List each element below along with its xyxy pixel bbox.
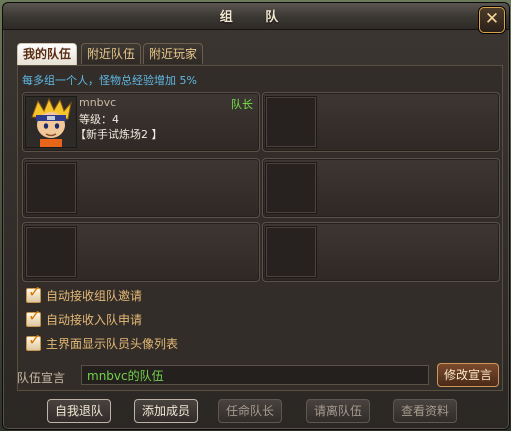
add-member-button[interactable]: 添加成员: [134, 399, 198, 423]
member-slot[interactable]: mnbvc 等级：4 【新手试炼场2 】 队长: [22, 92, 260, 152]
member-role-badge: 队长: [231, 98, 253, 111]
empty-avatar: [265, 162, 317, 214]
checkbox-label: 自动接收入队申请: [46, 312, 143, 327]
empty-member-slot[interactable]: [22, 158, 260, 218]
checkbox-row[interactable]: ✓ 自动接收入队申请: [26, 307, 143, 327]
team-window: 组 队 ✕ 我的队伍 附近队伍 附近玩家 每多组一个人，怪物总经验增加 5% m…: [2, 2, 510, 430]
checkbox-label: 主界面显示队员头像列表: [46, 336, 179, 351]
empty-member-slot[interactable]: [262, 92, 500, 152]
tab-nearby-players[interactable]: 附近玩家: [143, 43, 204, 64]
empty-avatar: [265, 96, 317, 148]
member-location: 【新手试炼场2 】: [75, 128, 163, 141]
empty-member-slot[interactable]: [22, 222, 260, 282]
checkbox[interactable]: ✓: [26, 331, 41, 351]
view-profile-button[interactable]: 查看资料: [393, 399, 457, 423]
team-motto-input[interactable]: mnbvc的队伍: [81, 365, 429, 385]
kick-member-button[interactable]: 请离队伍: [306, 399, 370, 423]
tab-my-team[interactable]: 我的队伍: [17, 43, 78, 65]
checkbox-row[interactable]: ✓ 自动接收组队邀请: [26, 283, 143, 303]
exp-bonus-text: 每多组一个人，怪物总经验增加 5%: [22, 74, 197, 87]
checkbox-label: 自动接收组队邀请: [46, 288, 143, 303]
team-panel: 每多组一个人，怪物总经验增加 5% mnbvc 等级：4 【新手试炼场2 】 队…: [17, 65, 503, 391]
check-icon: ✓: [28, 329, 42, 349]
checkbox[interactable]: ✓: [26, 307, 41, 327]
empty-avatar: [25, 162, 77, 214]
tab-nearby-teams[interactable]: 附近队伍: [81, 43, 142, 64]
titlebar: 组 队 ✕: [3, 3, 509, 33]
edit-motto-button[interactable]: 修改宣言: [437, 363, 499, 387]
check-icon: ✓: [28, 305, 42, 325]
empty-avatar: [265, 226, 317, 278]
motto-label: 队伍宣言: [17, 371, 66, 385]
checkbox-row[interactable]: ✓ 主界面显示队员头像列表: [26, 331, 179, 351]
check-icon: ✓: [28, 281, 42, 301]
member-level: 等级：4: [79, 113, 119, 126]
window-title: 组 队: [219, 10, 293, 25]
appoint-leader-button[interactable]: 任命队长: [218, 399, 282, 423]
member-name: mnbvc: [79, 96, 117, 109]
empty-avatar: [25, 226, 77, 278]
empty-member-slot[interactable]: [262, 158, 500, 218]
member-avatar: [25, 96, 77, 148]
empty-member-slot[interactable]: [262, 222, 500, 282]
checkbox[interactable]: ✓: [26, 283, 41, 303]
leave-team-button[interactable]: 自我退队: [47, 399, 111, 423]
close-icon[interactable]: ✕: [479, 7, 505, 33]
